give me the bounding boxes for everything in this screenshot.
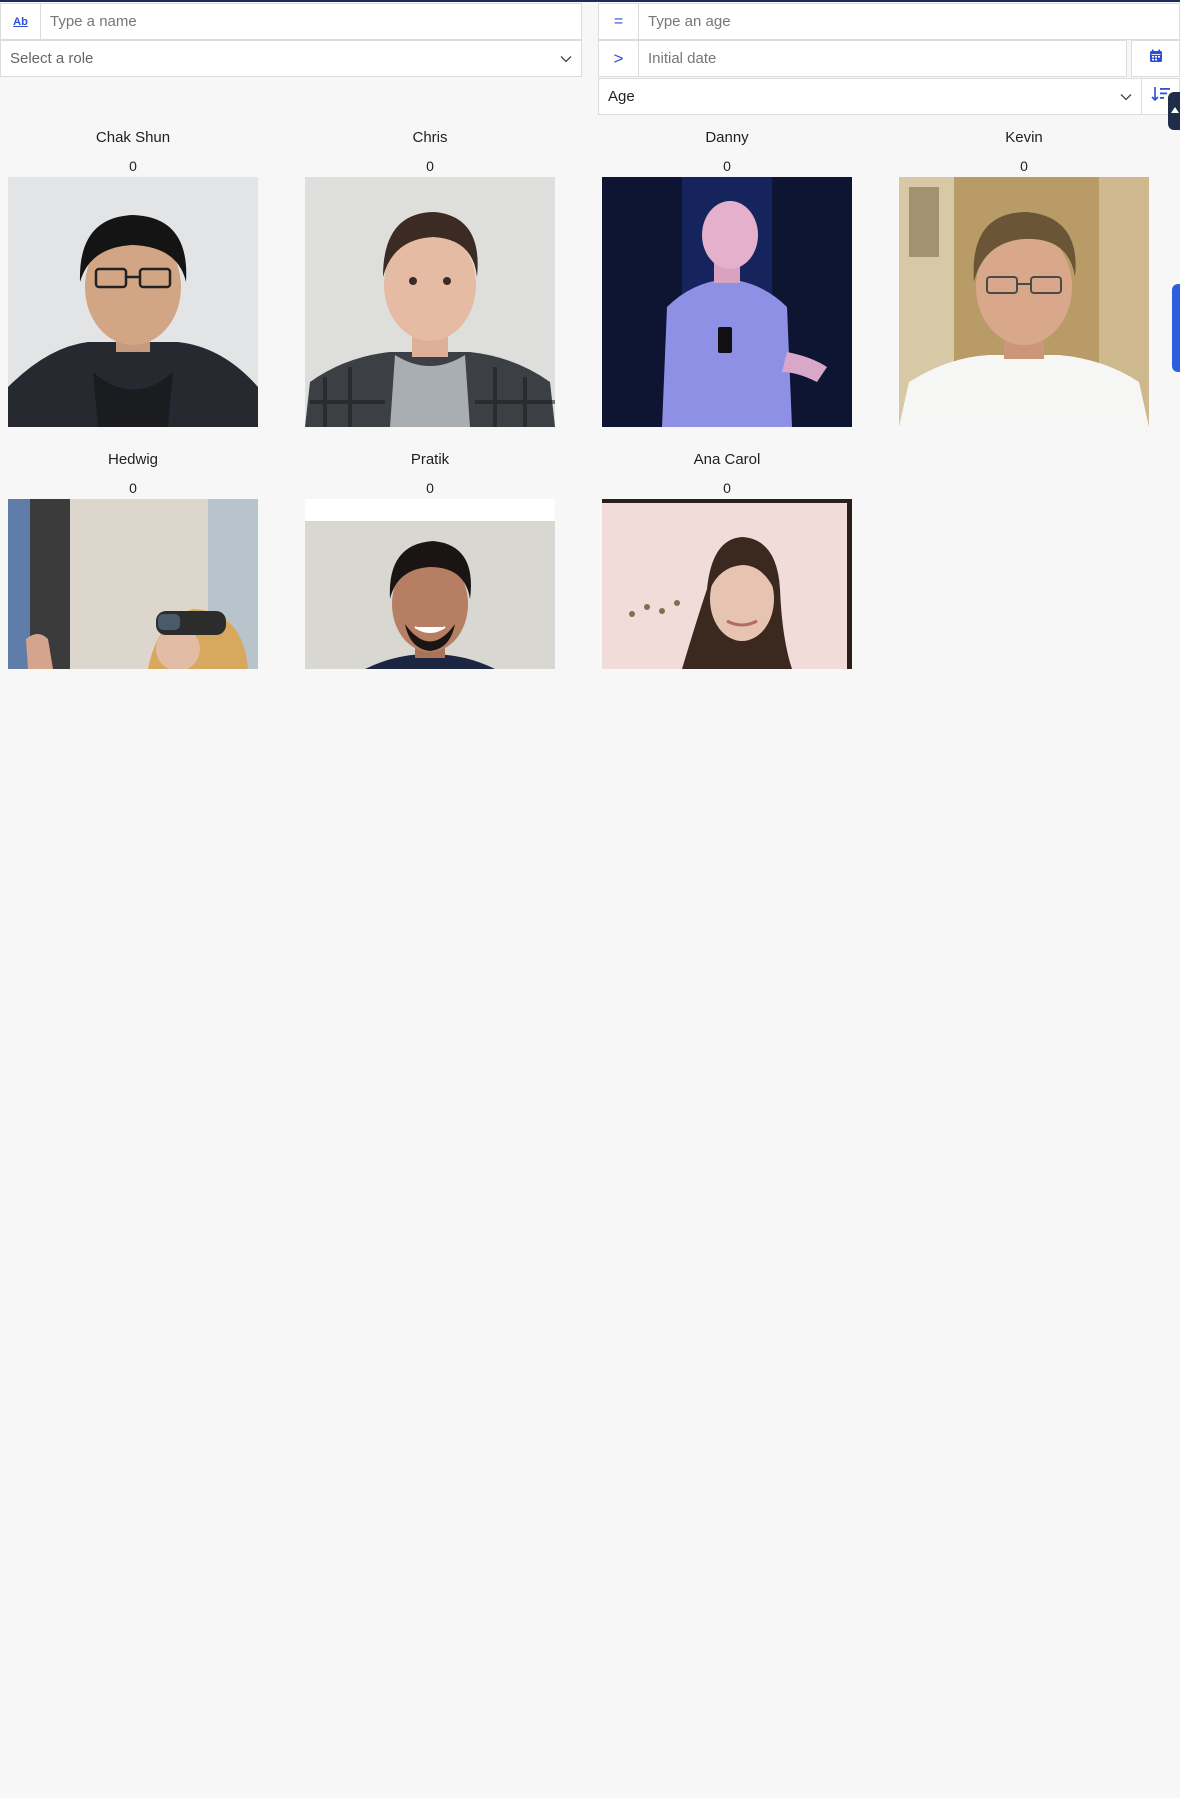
person-count: 0 (426, 158, 434, 174)
sort-field-select[interactable]: Age (598, 78, 1142, 115)
person-name: Kevin (1005, 129, 1043, 146)
name-filter: Ab (0, 3, 582, 40)
person-name: Ana Carol (693, 451, 761, 468)
person-count: 0 (723, 158, 731, 174)
person-photo (899, 177, 1149, 427)
top-accent-line (0, 0, 1180, 2)
age-filter: = (598, 3, 1180, 40)
person-photo (602, 177, 852, 427)
person-card[interactable]: Ana Carol 0 (602, 447, 852, 669)
person-name: Chak Shun (95, 129, 171, 146)
chevron-down-icon (551, 41, 581, 76)
person-name: Hedwig (107, 451, 159, 468)
calendar-icon (1149, 49, 1163, 68)
person-count: 0 (723, 480, 731, 496)
name-search-input[interactable] (41, 4, 581, 39)
person-photo (8, 499, 258, 669)
person-card[interactable]: Chris 0 (305, 125, 555, 427)
chevron-down-icon (1111, 79, 1141, 114)
person-photo (602, 499, 852, 669)
person-photo (8, 177, 258, 427)
person-photo (305, 499, 555, 669)
text-match-icon[interactable]: Ab (1, 4, 41, 39)
person-card[interactable]: Chak Shun 0 (8, 125, 258, 427)
person-count: 0 (129, 158, 137, 174)
person-name: Danny (705, 129, 749, 146)
person-name: Chris (412, 129, 448, 146)
equals-operator-button[interactable]: = (599, 4, 639, 39)
person-count: 0 (1020, 158, 1028, 174)
initial-date-input[interactable] (639, 41, 1126, 76)
sort-field-value: Age (608, 88, 635, 105)
collapse-panel-tab[interactable] (1168, 92, 1180, 130)
person-count: 0 (426, 480, 434, 496)
person-card[interactable]: Hedwig 0 (8, 447, 258, 669)
person-count: 0 (129, 480, 137, 496)
people-grid: Chak Shun 0 Chris 0 Danny 0 Kevin 0 Hedw… (8, 125, 1158, 669)
calendar-button[interactable] (1131, 40, 1180, 77)
person-card[interactable]: Danny 0 (602, 125, 852, 427)
role-select-value: Select a role (10, 50, 94, 67)
person-photo (305, 177, 555, 427)
age-input[interactable] (639, 4, 1179, 39)
person-name: Pratik (410, 451, 450, 468)
greater-than-operator-button[interactable]: > (599, 41, 639, 76)
role-select[interactable]: Select a role (0, 40, 582, 77)
person-card[interactable]: Kevin 0 (899, 125, 1149, 427)
date-filter: > (598, 40, 1127, 77)
side-panel-handle[interactable] (1172, 284, 1180, 372)
person-card[interactable]: Pratik 0 (305, 447, 555, 669)
